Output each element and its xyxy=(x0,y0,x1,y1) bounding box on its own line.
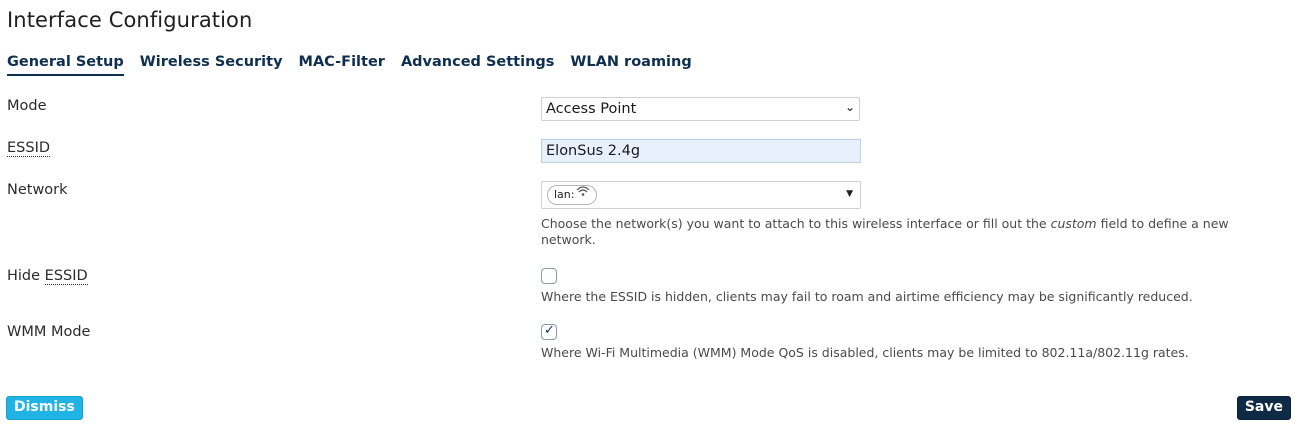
interface-configuration-dialog: Interface Configuration General Setup Wi… xyxy=(0,0,1298,426)
wmm-mode-description: Where Wi-Fi Multimedia (WMM) Mode QoS is… xyxy=(541,345,1189,360)
mode-select[interactable]: Access Point ⌄ xyxy=(541,97,860,121)
mode-label: Mode xyxy=(7,98,47,114)
network-description-custom: custom xyxy=(1050,216,1097,231)
network-description-text-1: Choose the network(s) you want to attach… xyxy=(541,216,1051,231)
essid-label: ESSID xyxy=(7,140,51,157)
network-select[interactable]: lan: ▼ xyxy=(541,181,861,209)
save-button[interactable]: Save xyxy=(1236,396,1291,420)
tab-general-setup[interactable]: General Setup xyxy=(7,54,124,76)
tab-wlan-roaming[interactable]: WLAN roaming xyxy=(570,54,691,76)
hide-essid-label-abbr: ESSID xyxy=(44,268,88,285)
dropdown-arrow-icon: ▼ xyxy=(846,189,853,199)
hide-essid-description: Where the ESSID is hidden, clients may f… xyxy=(541,289,1193,304)
essid-input[interactable] xyxy=(541,139,861,163)
tab-mac-filter[interactable]: MAC-Filter xyxy=(299,54,385,76)
hide-essid-label-prefix: Hide xyxy=(7,268,45,284)
check-icon: ✓ xyxy=(544,323,555,338)
page-title: Interface Configuration xyxy=(7,8,253,32)
essid-label-text: ESSID xyxy=(7,140,51,157)
mode-select-value: Access Point xyxy=(546,101,637,117)
hide-essid-checkbox[interactable] xyxy=(541,268,557,284)
dismiss-button[interactable]: Dismiss xyxy=(6,396,83,420)
wmm-mode-label: WMM Mode xyxy=(7,324,91,340)
network-description: Choose the network(s) you want to attach… xyxy=(541,216,1281,248)
wifi-icon xyxy=(576,185,590,205)
chevron-down-icon: ⌄ xyxy=(844,100,855,114)
wmm-mode-checkbox[interactable]: ✓ xyxy=(541,323,557,340)
network-chip-lan[interactable]: lan: xyxy=(547,185,598,205)
hide-essid-label: Hide ESSID xyxy=(7,268,88,285)
network-chip-label: lan: xyxy=(554,188,575,201)
tab-bar: General Setup Wireless Security MAC-Filt… xyxy=(7,54,708,76)
tab-advanced-settings[interactable]: Advanced Settings xyxy=(401,54,554,76)
tab-wireless-security[interactable]: Wireless Security xyxy=(140,54,283,76)
network-label: Network xyxy=(7,182,68,198)
